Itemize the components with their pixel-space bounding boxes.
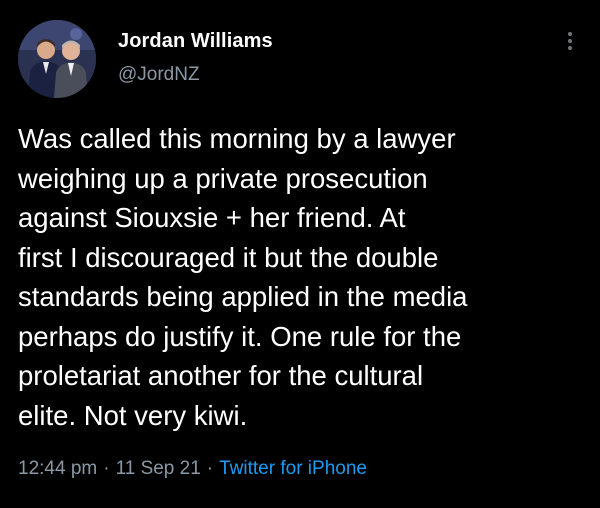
meta-separator: · — [206, 458, 214, 479]
avatar[interactable] — [18, 20, 96, 98]
tweet-metadata: 12:44 pm · 11 Sep 21 · Twitter for iPhone — [18, 458, 367, 480]
author-display-name[interactable]: Jordan Williams — [118, 30, 273, 53]
tweet-card: Jordan Williams @JordNZ Was called this … — [0, 0, 600, 508]
author-handle[interactable]: @JordNZ — [118, 64, 200, 86]
profile-photo — [18, 20, 96, 98]
tweet-source-link[interactable]: Twitter for iPhone — [219, 458, 367, 479]
more-vertical-icon[interactable] — [560, 32, 580, 56]
tweet-time[interactable]: 12:44 pm — [18, 458, 97, 479]
meta-separator: · — [103, 458, 110, 479]
tweet-date[interactable]: 11 Sep 21 — [116, 458, 201, 479]
tweet-text: Was called this morning by a lawyer weig… — [18, 123, 468, 431]
